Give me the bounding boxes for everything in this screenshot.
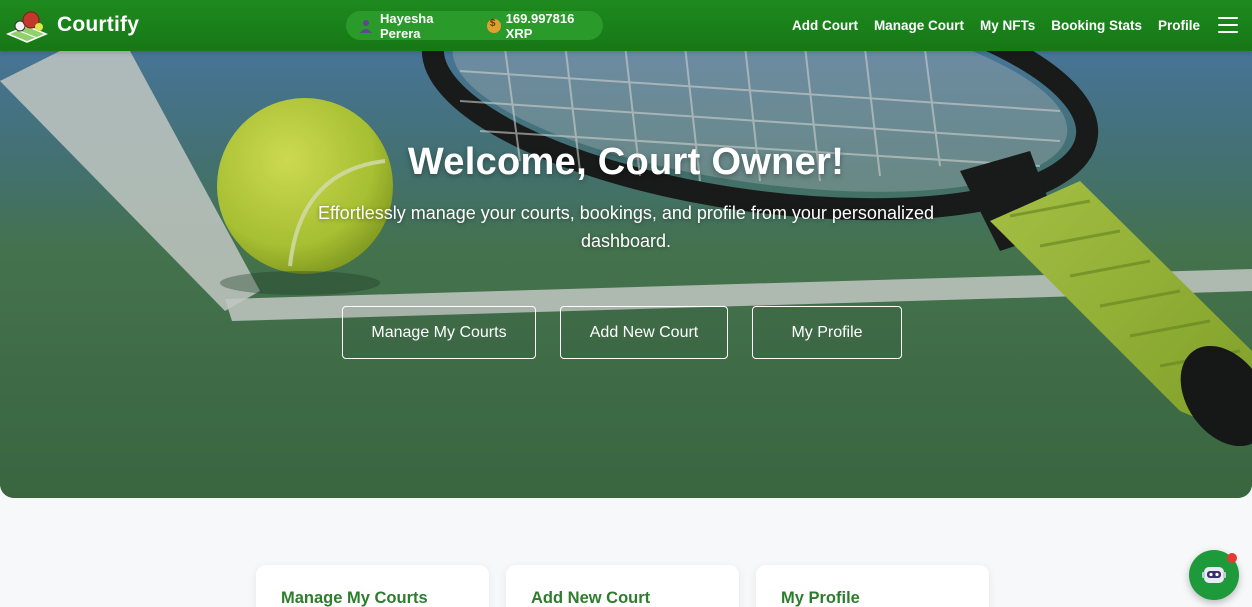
card-add-new-court[interactable]: Add New Court (506, 565, 739, 607)
user-name: Hayesha Perera (380, 10, 434, 41)
notification-dot (1227, 553, 1237, 563)
top-navbar: Courtify Hayesha Perera 169.997816 XRP A… (0, 0, 1252, 51)
user-wallet-pill[interactable]: Hayesha Perera 169.997816 XRP (346, 10, 603, 41)
card-title: Manage My Courts (281, 589, 428, 607)
card-title: My Profile (781, 589, 860, 607)
nav-manage-court[interactable]: Manage Court (874, 18, 964, 33)
nav-profile[interactable]: Profile (1158, 18, 1200, 33)
card-manage-my-courts[interactable]: Manage My Courts (256, 565, 489, 607)
money-bag-icon (486, 18, 501, 33)
hero-overlay (0, 51, 1252, 498)
brand-name: Courtify (57, 13, 140, 36)
manage-my-courts-button[interactable]: Manage My Courts (342, 306, 536, 359)
add-new-court-button[interactable]: Add New Court (560, 306, 728, 359)
chatbot-button[interactable] (1189, 550, 1239, 600)
nav-add-court[interactable]: Add Court (792, 18, 858, 33)
hero-subtitle: Effortlessly manage your courts, booking… (318, 203, 934, 251)
hamburger-menu-icon[interactable] (1218, 17, 1238, 35)
hero-section: Welcome, Court Owner! Effortlessly manag… (0, 51, 1252, 498)
card-my-profile[interactable]: My Profile (756, 565, 989, 607)
nav-booking-stats[interactable]: Booking Stats (1051, 18, 1142, 33)
hero-title: Welcome, Court Owner! (407, 141, 845, 183)
nav-links: Add Court Manage Court My NFTs Booking S… (776, 0, 1200, 51)
my-profile-button[interactable]: My Profile (752, 306, 902, 359)
brand[interactable]: Courtify (6, 6, 139, 44)
user-icon (359, 19, 373, 33)
courtify-logo-icon (6, 6, 48, 44)
card-title: Add New Court (531, 589, 651, 607)
wallet-balance: 169.997816 XRP (505, 10, 575, 41)
nav-my-nfts[interactable]: My NFTs (980, 18, 1035, 33)
